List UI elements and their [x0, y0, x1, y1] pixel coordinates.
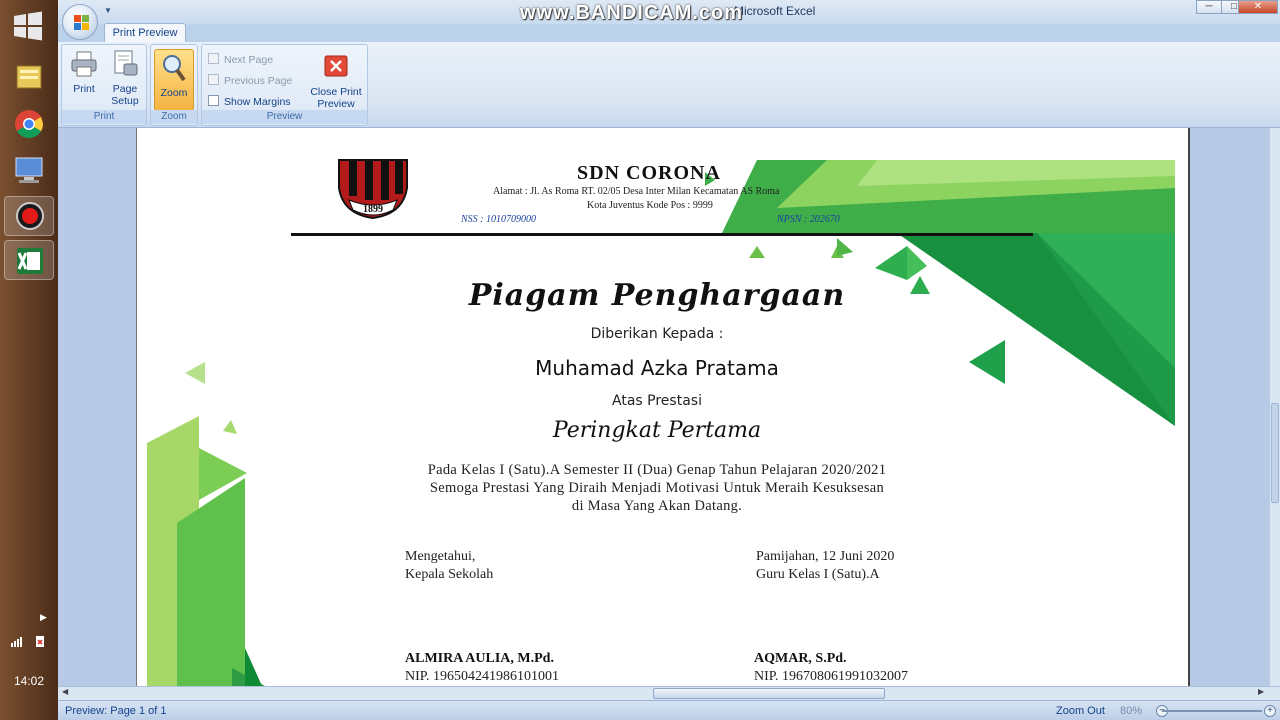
status-page-info: Preview: Page 1 of 1 [65, 705, 167, 717]
recipient-name: Muhamad Azka Pratama [535, 356, 779, 380]
tray-expand-icon[interactable]: ▶ [40, 612, 47, 623]
taskbar-excel-button[interactable] [4, 240, 54, 280]
close-preview-icon [324, 55, 348, 77]
ribbon: Print Page Setup Print Zoom Zoom Next Pa… [58, 42, 1280, 128]
preview-group: Next Page Previous Page Show Margins Clo… [201, 44, 368, 126]
left-signature-block: Mengetahui, Kepala Sekolah [405, 548, 493, 584]
close-preview-label-1: Close Print [310, 86, 362, 98]
zoom-plus-button[interactable]: + [1264, 705, 1276, 717]
right-signer-name: AQMAR, S.Pd. [754, 651, 847, 666]
checkbox-icon [208, 95, 219, 106]
zoom-button[interactable]: Zoom [154, 49, 194, 111]
horizontal-scroll-thumb[interactable] [653, 688, 885, 699]
zoom-slider[interactable] [1162, 710, 1262, 712]
scroll-left-icon[interactable]: ◀ [62, 687, 68, 696]
print-group-label: Print [62, 110, 146, 124]
network-icon[interactable] [8, 632, 50, 650]
record-icon [16, 202, 44, 230]
printer-icon [71, 51, 97, 77]
excel-window: Microsoft Excel www.BANDICAM.com ─ □ ✕ ▼… [58, 0, 1280, 720]
zoom-group: Zoom Zoom [150, 44, 198, 126]
bandicam-watermark: www.BANDICAM.com [520, 2, 744, 24]
school-npsn: NPSN : 202670 [777, 214, 840, 225]
horizontal-scrollbar[interactable]: ◀ ▶ [58, 686, 1280, 700]
left-signer-block: ALMIRA AULIA, M.Pd. NIP. 196504241986101… [405, 650, 559, 686]
show-margins-label: Show Margins [224, 96, 291, 108]
right-signer-block: AQMAR, S.Pd. NIP. 196708061991032007 [754, 650, 908, 686]
show-margins-checkbox[interactable]: Show Margins [208, 95, 291, 108]
print-label: Print [73, 83, 95, 95]
right-signature-block: Pamijahan, 12 Juni 2020 Guru Kelas I (Sa… [756, 548, 894, 584]
zoom-out-button[interactable]: Zoom Out [1056, 705, 1105, 717]
title-bar: Microsoft Excel www.BANDICAM.com ─ □ ✕ [58, 0, 1280, 24]
next-page-label: Next Page [224, 54, 274, 66]
zoom-percentage[interactable]: 80% [1120, 705, 1142, 717]
close-preview-label-2: Preview [317, 98, 355, 110]
body-line-3: di Masa Yang Akan Datang. [571, 498, 743, 514]
excel-icon [17, 248, 43, 274]
close-window-button[interactable]: ✕ [1238, 0, 1278, 14]
taskbar-file-manager-button[interactable] [4, 58, 54, 98]
previous-page-icon [208, 74, 219, 85]
next-page-icon [208, 53, 219, 64]
achievement-label: Atas Prestasi [612, 393, 702, 409]
body-line-1: Pada Kelas I (Satu).A Semester II (Dua) … [427, 462, 887, 478]
page-setup-label-1: Page [112, 83, 138, 95]
magnifier-icon [163, 55, 186, 82]
office-logo-icon [74, 15, 89, 30]
logo-year: 1899 [363, 204, 383, 215]
preview-group-label: Preview [202, 110, 367, 124]
close-print-preview-button[interactable]: Close Print Preview [306, 49, 366, 110]
school-nss: NSS : 1010709000 [461, 214, 536, 225]
taskbar-chrome-button[interactable] [4, 104, 54, 144]
print-button[interactable]: Print [66, 49, 102, 95]
minimize-icon: ─ [1205, 1, 1213, 12]
windows-start-icon[interactable] [10, 8, 46, 44]
page-setup-button[interactable]: Page Setup [106, 49, 144, 107]
scroll-right-icon[interactable]: ▶ [1258, 687, 1264, 696]
window-title: Microsoft Excel [734, 4, 816, 18]
status-bar: Preview: Page 1 of 1 Zoom Out 80% − + [58, 700, 1280, 720]
right-sign-label-1: Pamijahan, 12 Juni 2020 [756, 549, 895, 564]
certificate-title: Piagam Penghargaan [468, 278, 846, 313]
close-icon: ✕ [1253, 1, 1263, 12]
taskbar-remote-desktop-button[interactable] [4, 150, 54, 190]
achievement-rank: Peringkat Pertama [552, 418, 762, 443]
zoom-label: Zoom [160, 87, 188, 99]
taskbar-record-button[interactable] [4, 196, 54, 236]
previous-page-label: Previous Page [224, 75, 293, 87]
zoom-group-label: Zoom [151, 110, 197, 124]
tab-print-preview[interactable]: Print Preview [104, 23, 186, 43]
left-signer-nip: NIP. 196504241986101001 [405, 669, 560, 684]
page-setup-icon [114, 50, 138, 76]
body-line-2: Semoga Prestasi Yang Diraih Menjadi Moti… [429, 480, 885, 496]
quick-access-dropdown-icon[interactable]: ▼ [104, 6, 112, 15]
left-sign-label-1: Mengetahui, [405, 549, 476, 564]
school-address: Alamat : Jl. As Roma RT. 02/05 Desa Inte… [493, 186, 780, 197]
taskbar-clock[interactable]: 14:02 [0, 674, 58, 688]
left-signer-name: ALMIRA AULIA, M.Pd. [405, 651, 554, 666]
page-setup-label-2: Setup [111, 95, 139, 107]
header-divider [291, 233, 1033, 236]
previous-page-button[interactable]: Previous Page [208, 74, 292, 87]
right-sign-label-2: Guru Kelas I (Satu).A [756, 567, 880, 582]
file-manager-icon [16, 65, 42, 89]
chrome-icon [15, 110, 43, 138]
print-group: Print Page Setup Print [61, 44, 147, 126]
left-sign-label-2: Kepala Sekolah [405, 567, 494, 582]
school-city: Kota Juventus Kode Pos : 9999 [587, 200, 713, 211]
next-page-button[interactable]: Next Page [208, 53, 273, 66]
minimize-button[interactable]: ─ [1196, 0, 1222, 14]
windows-taskbar: ▶ 14:02 [0, 0, 58, 720]
vertical-scroll-thumb[interactable] [1271, 403, 1279, 503]
right-signer-nip: NIP. 196708061991032007 [754, 669, 909, 684]
office-button[interactable] [62, 4, 98, 40]
maximize-icon: □ [1230, 1, 1238, 12]
given-to-label: Diberikan Kepada : [590, 326, 724, 342]
school-name: SDN CORONA [577, 162, 721, 184]
vertical-scrollbar[interactable] [1270, 128, 1280, 686]
print-preview-page: 1899 SDN CORONA Alamat : Jl. As Roma RT.… [136, 128, 1190, 686]
remote-desktop-icon [15, 157, 43, 183]
